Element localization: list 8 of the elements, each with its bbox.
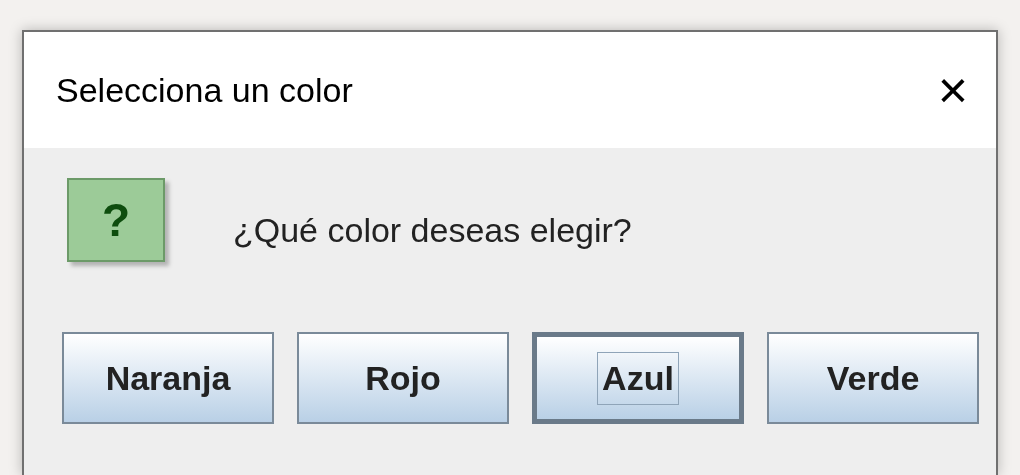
option-button[interactable]: Naranja [62, 332, 274, 424]
option-button[interactable]: Verde [767, 332, 979, 424]
question-icon: ? [67, 178, 165, 262]
question-text: ¿Qué color deseas elegir? [233, 209, 632, 251]
option-button[interactable]: Rojo [297, 332, 509, 424]
option-button[interactable]: Azul [532, 332, 744, 424]
close-button[interactable]: × [929, 64, 976, 116]
window-title: Selecciona un color [56, 69, 353, 111]
